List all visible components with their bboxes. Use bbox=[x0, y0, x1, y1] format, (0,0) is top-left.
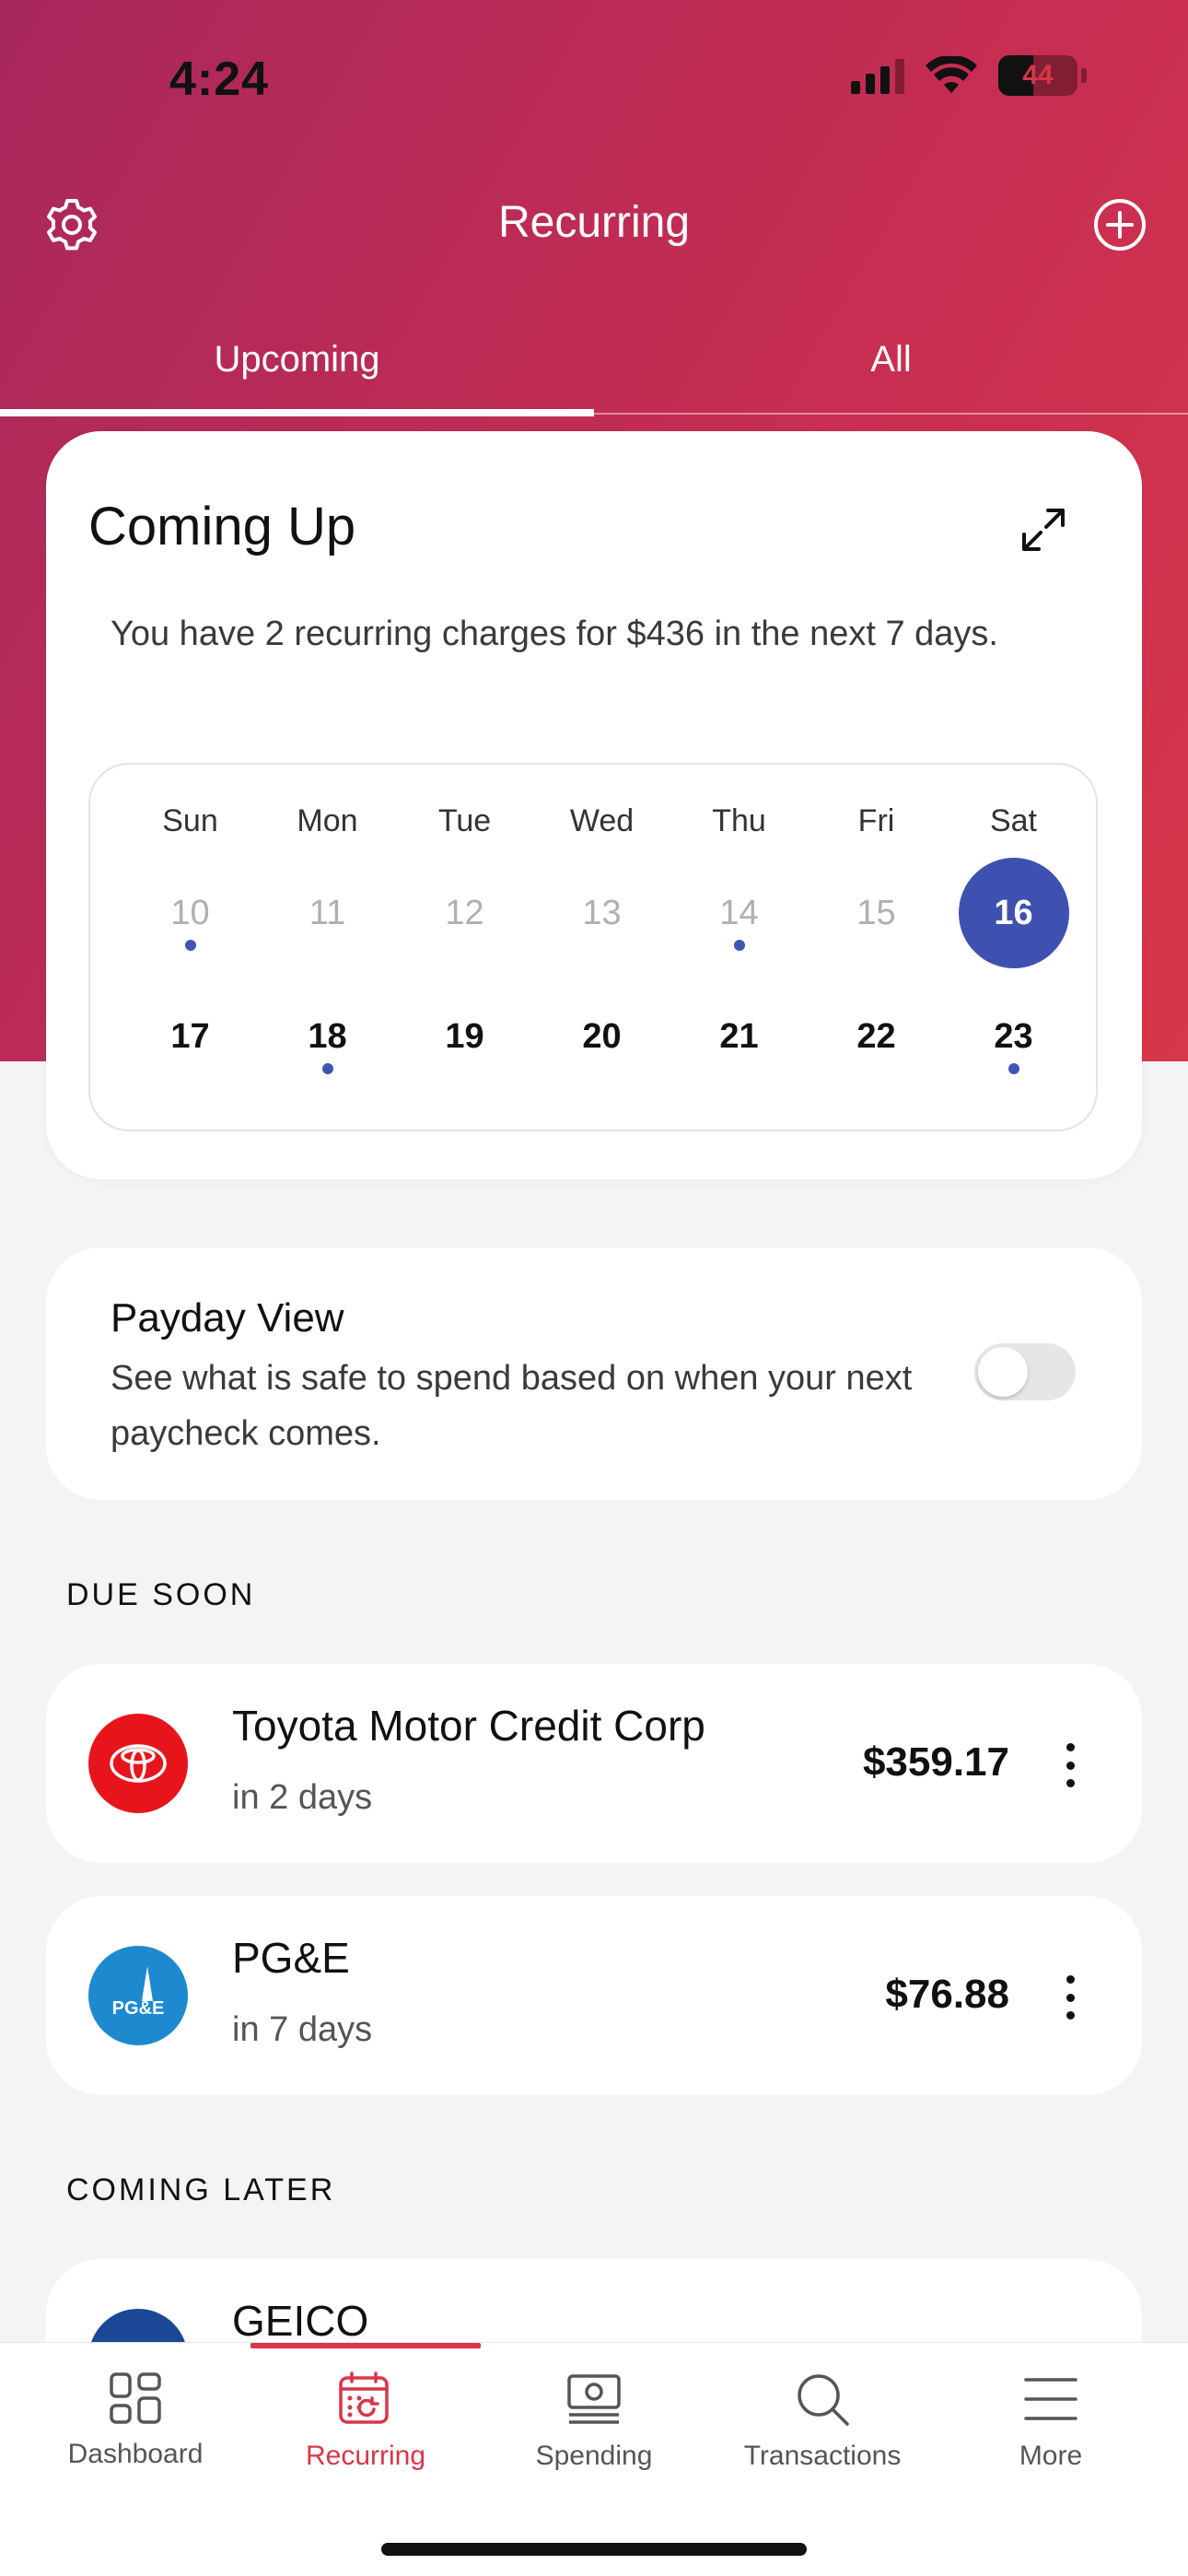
page-title: Recurring bbox=[497, 198, 691, 247]
due-soon-heading: DUE SOON bbox=[66, 1577, 256, 1612]
pge-logo-text: PG&E bbox=[112, 1998, 165, 2019]
nav-more[interactable]: More bbox=[936, 2371, 1166, 2472]
weekday-label: Tue bbox=[437, 803, 492, 838]
bill-due-date: in 7 days bbox=[232, 2010, 373, 2049]
coming-up-card: Coming Up You have 2 recurring charges f… bbox=[46, 431, 1142, 1179]
day-number: 19 bbox=[445, 1017, 484, 1056]
nav-transactions[interactable]: Transactions bbox=[707, 2371, 938, 2472]
bill-row-pge[interactable]: PG&E PG&E in 7 days $76.88 bbox=[46, 1896, 1142, 2095]
calendar-day[interactable]: 15 bbox=[808, 872, 945, 954]
payday-view-card: Payday View See what is safe to spend ba… bbox=[46, 1247, 1142, 1500]
nav-label: More bbox=[1019, 2441, 1083, 2471]
calendar-day[interactable]: 18 bbox=[259, 995, 396, 1078]
calendar-week-2: 17 18 19 20 21 22 23 bbox=[90, 995, 1100, 1078]
dashboard-icon bbox=[110, 2372, 161, 2424]
bill-name: PG&E bbox=[232, 1934, 350, 1982]
charge-dot bbox=[1007, 1063, 1019, 1074]
bill-amount: $76.88 bbox=[885, 1972, 1009, 2017]
calendar-week-1: 10 11 12 13 14 15 16 bbox=[90, 858, 1100, 968]
calendar-day[interactable]: 17 bbox=[122, 995, 259, 1078]
bottom-tab-bar: Dashboard Recurring Spending Transaction… bbox=[0, 2342, 1188, 2576]
weekday-label: Sat bbox=[989, 803, 1038, 838]
nav-recurring[interactable]: Recurring bbox=[250, 2371, 481, 2472]
more-options-icon[interactable] bbox=[1063, 1743, 1077, 1787]
day-number: 15 bbox=[856, 894, 896, 932]
day-number: 22 bbox=[856, 1017, 896, 1056]
add-recurring-icon[interactable] bbox=[1092, 197, 1147, 252]
battery-tip bbox=[1081, 68, 1087, 83]
weekday-label: Mon bbox=[297, 803, 358, 838]
day-number: 11 bbox=[309, 894, 346, 932]
day-number: 17 bbox=[170, 1017, 210, 1056]
day-number: 18 bbox=[308, 1017, 347, 1056]
calendar-day[interactable]: 11 bbox=[259, 872, 396, 954]
status-icons: 44 bbox=[851, 55, 1087, 96]
bill-name: GEICO bbox=[232, 2297, 369, 2345]
bill-amount: $359.17 bbox=[862, 1739, 1009, 1785]
nav-spending[interactable]: Spending bbox=[479, 2371, 709, 2472]
calendar-day-today[interactable]: 16 bbox=[945, 858, 1082, 968]
bill-due-date: in 2 days bbox=[232, 1778, 373, 1817]
weekday-label: Fri bbox=[857, 803, 895, 838]
weekday-label: Sun bbox=[162, 803, 218, 838]
day-number: 14 bbox=[719, 894, 759, 932]
charge-dot bbox=[321, 1063, 333, 1074]
menu-icon bbox=[1024, 2378, 1077, 2420]
spending-icon bbox=[567, 2374, 621, 2424]
battery-icon: 44 bbox=[998, 55, 1077, 96]
status-time: 4:24 bbox=[169, 53, 270, 106]
expand-icon[interactable] bbox=[1019, 505, 1068, 555]
more-options-icon[interactable] bbox=[1063, 1975, 1077, 2020]
cellular-signal-icon bbox=[851, 57, 904, 94]
weekday-label: Thu bbox=[712, 803, 766, 838]
day-number: 23 bbox=[994, 1017, 1033, 1056]
calendar-day[interactable]: 23 bbox=[945, 995, 1082, 1078]
day-number: 13 bbox=[582, 894, 622, 932]
calendar-day[interactable]: 22 bbox=[808, 995, 945, 1078]
today-marker: 16 bbox=[958, 858, 1069, 968]
coming-later-heading: COMING LATER bbox=[66, 2172, 336, 2207]
calendar-day[interactable]: 19 bbox=[396, 995, 533, 1078]
pge-logo-icon: PG&E bbox=[88, 1946, 188, 2045]
bill-name: Toyota Motor Credit Corp bbox=[232, 1702, 705, 1750]
charge-dot bbox=[184, 940, 196, 951]
week-calendar: Sun Mon Tue Wed Thu Fri Sat 10 11 12 13 … bbox=[88, 763, 1098, 1131]
tab-all[interactable]: All bbox=[594, 313, 1188, 416]
active-tab-indicator bbox=[250, 2343, 481, 2348]
payday-toggle[interactable] bbox=[974, 1343, 1076, 1400]
nav-dashboard[interactable]: Dashboard bbox=[20, 2371, 250, 2470]
charge-dot bbox=[733, 940, 745, 951]
home-indicator bbox=[381, 2543, 807, 2556]
day-number: 20 bbox=[582, 1017, 622, 1056]
payday-title: Payday View bbox=[111, 1295, 344, 1341]
bill-row-toyota[interactable]: Toyota Motor Credit Corp in 2 days $359.… bbox=[46, 1664, 1142, 1863]
payday-description: See what is safe to spend based on when … bbox=[111, 1359, 913, 1453]
recurring-tabs: Upcoming All bbox=[0, 313, 1188, 416]
calendar-day[interactable]: 12 bbox=[396, 872, 533, 954]
battery-level: 44 bbox=[1022, 60, 1054, 90]
calendar-day[interactable]: 20 bbox=[533, 995, 670, 1078]
coming-up-title: Coming Up bbox=[88, 497, 356, 556]
nav-label: Transactions bbox=[743, 2441, 902, 2471]
toyota-logo-icon bbox=[88, 1714, 188, 1813]
nav-label: Spending bbox=[535, 2441, 653, 2471]
calendar-day[interactable]: 14 bbox=[670, 872, 808, 954]
day-number: 12 bbox=[445, 894, 484, 932]
day-number: 10 bbox=[170, 894, 210, 932]
coming-up-description: You have 2 recurring charges for $436 in… bbox=[111, 615, 998, 653]
day-number: 21 bbox=[719, 1017, 759, 1056]
calendar-day[interactable]: 13 bbox=[533, 872, 670, 954]
tab-upcoming[interactable]: Upcoming bbox=[0, 313, 594, 416]
calendar-day[interactable]: 10 bbox=[122, 872, 259, 954]
recurring-calendar-icon bbox=[339, 2371, 389, 2424]
wifi-icon bbox=[926, 56, 977, 93]
calendar-day[interactable]: 21 bbox=[670, 995, 808, 1078]
weekday-label: Wed bbox=[569, 803, 635, 838]
nav-label: Dashboard bbox=[67, 2439, 204, 2469]
search-icon bbox=[798, 2374, 849, 2426]
toggle-knob bbox=[978, 1347, 1028, 1397]
nav-label: Recurring bbox=[305, 2441, 426, 2471]
weekday-header: Sun Mon Tue Wed Thu Fri Sat bbox=[90, 803, 1100, 839]
